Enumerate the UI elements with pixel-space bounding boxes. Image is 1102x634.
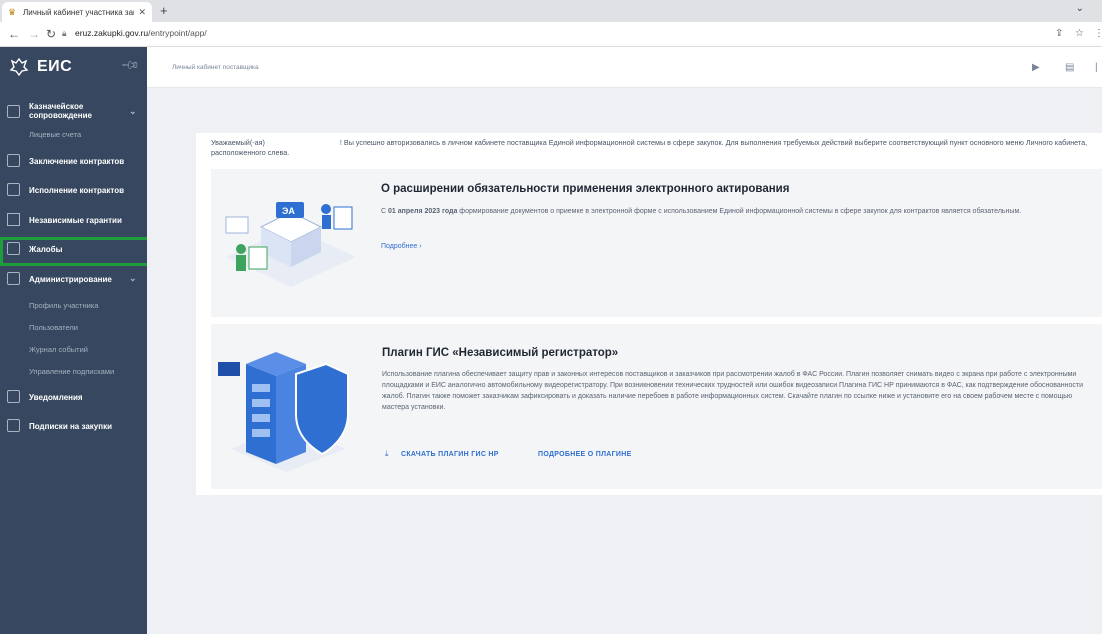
main-content: Личный кабинет поставщика ▶︎ ▤ | Уважаем… bbox=[147, 47, 1102, 634]
sidebar-item-label: Исполнение контрактов bbox=[29, 186, 124, 195]
sidebar-item-notifications[interactable]: Уведомления bbox=[0, 390, 147, 404]
card-text-rest: формирование документов о приемке в элек… bbox=[457, 208, 1022, 215]
document-icon bbox=[7, 183, 20, 196]
chevron-down-icon: ⌄ bbox=[129, 106, 137, 116]
card-text-date: 01 апреля 2023 года bbox=[388, 208, 458, 215]
breadcrumb[interactable]: Личный кабинет поставщика bbox=[172, 64, 259, 71]
browser-tab-bar: ♛ Личный кабинет участника зак ✕ + ⌄ bbox=[0, 0, 1102, 22]
sidebar-item-treasury[interactable]: Казначейское сопровождение ⌄ bbox=[0, 100, 147, 122]
card-title: Плагин ГИС «Независимый регистратор» bbox=[382, 347, 619, 359]
card-title: О расширении обязательности применения э… bbox=[381, 183, 790, 195]
wallet-icon bbox=[7, 105, 20, 118]
play-circle-icon[interactable]: ▶︎ bbox=[1032, 62, 1040, 73]
browser-tab[interactable]: ♛ Личный кабинет участника зак ✕ bbox=[2, 2, 152, 22]
reader-icon[interactable]: ▤ bbox=[1065, 62, 1074, 73]
sidebar-item-label: Независимые гарантии bbox=[29, 216, 122, 225]
brand-name: ЕИС bbox=[37, 58, 73, 75]
sidebar-item-purchase-subscriptions[interactable]: Подписки на закупки bbox=[0, 419, 147, 433]
tab-search-chevron-icon[interactable]: ⌄ bbox=[1076, 3, 1084, 14]
download-icon: ⤓ bbox=[385, 449, 389, 458]
sidebar-subitem-accounts[interactable]: Лицевые счета bbox=[29, 130, 81, 139]
url-path: /entrypoint/app/ bbox=[148, 28, 207, 38]
megaphone-icon bbox=[7, 419, 20, 432]
bookmark-star-icon[interactable]: ☆ bbox=[1075, 28, 1084, 39]
sidebar-item-label: Подписки на закупки bbox=[29, 422, 112, 431]
address-bar: ← → ↻ 🔒︎ eruz.zakupki.gov.ru/entrypoint/a… bbox=[0, 22, 1102, 47]
chevron-down-icon: ⌄ bbox=[129, 273, 137, 283]
coat-of-arms-icon bbox=[9, 57, 29, 77]
sidebar: ЕИС 📌︎ Казначейское сопровождение ⌄ Лице… bbox=[0, 47, 147, 634]
menu-icon[interactable]: ⋮ bbox=[1094, 28, 1102, 39]
more-icon[interactable]: | bbox=[1095, 62, 1098, 73]
sidebar-item-contract-execution[interactable]: Исполнение контрактов bbox=[0, 183, 147, 197]
forward-arrow-icon[interactable]: → bbox=[28, 27, 40, 41]
sidebar-item-administration[interactable]: Администрирование ⌄ bbox=[0, 272, 147, 286]
mail-icon bbox=[7, 390, 20, 403]
bank-icon bbox=[7, 213, 20, 226]
eagle-favicon-icon: ♛ bbox=[8, 7, 17, 17]
admin-list-icon bbox=[7, 272, 20, 285]
download-plugin-button[interactable]: СКАЧАТЬ ПЛАГИН ГИС НР bbox=[401, 451, 499, 458]
greeting-text: Уважаемый(-ая)! Вы успешно авторизовалис… bbox=[211, 138, 1091, 157]
sidebar-item-label: Заключение контрактов bbox=[29, 157, 125, 166]
card-text: Использование плагина обеспечивает защит… bbox=[382, 371, 1084, 411]
greeting-start: Уважаемый(-ая) bbox=[211, 138, 265, 147]
card-text-prefix: С bbox=[381, 208, 388, 215]
brand[interactable]: ЕИС 📌︎ bbox=[0, 47, 147, 87]
more-link[interactable]: Подробнее › bbox=[381, 243, 422, 250]
sidebar-item-label: Уведомления bbox=[29, 393, 83, 402]
contract-sign-icon bbox=[7, 154, 20, 167]
pin-icon[interactable]: 📌︎ bbox=[120, 55, 141, 76]
welcome-panel: Уважаемый(-ая)! Вы успешно авторизовалис… bbox=[196, 133, 1102, 495]
close-tab-icon[interactable]: ✕ bbox=[138, 7, 146, 18]
plugin-card: Плагин ГИС «Независимый регистратор» Исп… bbox=[211, 324, 1102, 489]
greeting-rest: ! Вы успешно авторизовались в личном каб… bbox=[211, 138, 1088, 157]
sidebar-subitem-event-log[interactable]: Журнал событий bbox=[29, 345, 88, 354]
server-shield-illustration bbox=[218, 352, 349, 472]
back-arrow-icon[interactable]: ← bbox=[8, 27, 20, 41]
news-card-e-acts: ЭА О расширении обязательности применени… bbox=[211, 169, 1102, 317]
top-bar: Личный кабинет поставщика ▶︎ ▤ | bbox=[147, 47, 1102, 88]
lock-icon: 🔒︎ bbox=[62, 28, 67, 38]
e-acts-illustration: ЭА bbox=[225, 202, 356, 287]
sidebar-subitem-users[interactable]: Пользователи bbox=[29, 323, 78, 332]
highlight-box bbox=[0, 237, 169, 266]
sidebar-subitem-profile[interactable]: Профиль участника bbox=[29, 301, 98, 310]
sidebar-item-guarantees[interactable]: Независимые гарантии bbox=[0, 213, 147, 227]
reload-icon[interactable]: ↻ bbox=[46, 27, 56, 41]
plugin-more-button[interactable]: ПОДРОБНЕЕ О ПЛАГИНЕ bbox=[538, 451, 632, 458]
url-field[interactable]: 🔒︎ eruz.zakupki.gov.ru/entrypoint/app/ bbox=[62, 28, 207, 38]
tab-title: Личный кабинет участника зак bbox=[23, 7, 135, 17]
url-host: eruz.zakupki.gov.ru bbox=[75, 28, 149, 38]
sidebar-item-label: Администрирование bbox=[29, 275, 112, 284]
sidebar-subitem-subscriptions-mgmt[interactable]: Управление подписками bbox=[29, 367, 114, 376]
sidebar-item-contract-conclusion[interactable]: Заключение контрактов bbox=[0, 154, 147, 168]
sidebar-item-label: Казначейское сопровождение bbox=[29, 102, 92, 120]
share-icon[interactable]: ⇪ bbox=[1055, 28, 1063, 39]
new-tab-button[interactable]: + bbox=[160, 3, 168, 18]
card-text: С 01 апреля 2023 года формирование докум… bbox=[381, 206, 1081, 217]
ea-badge-text: ЭА bbox=[282, 206, 295, 216]
